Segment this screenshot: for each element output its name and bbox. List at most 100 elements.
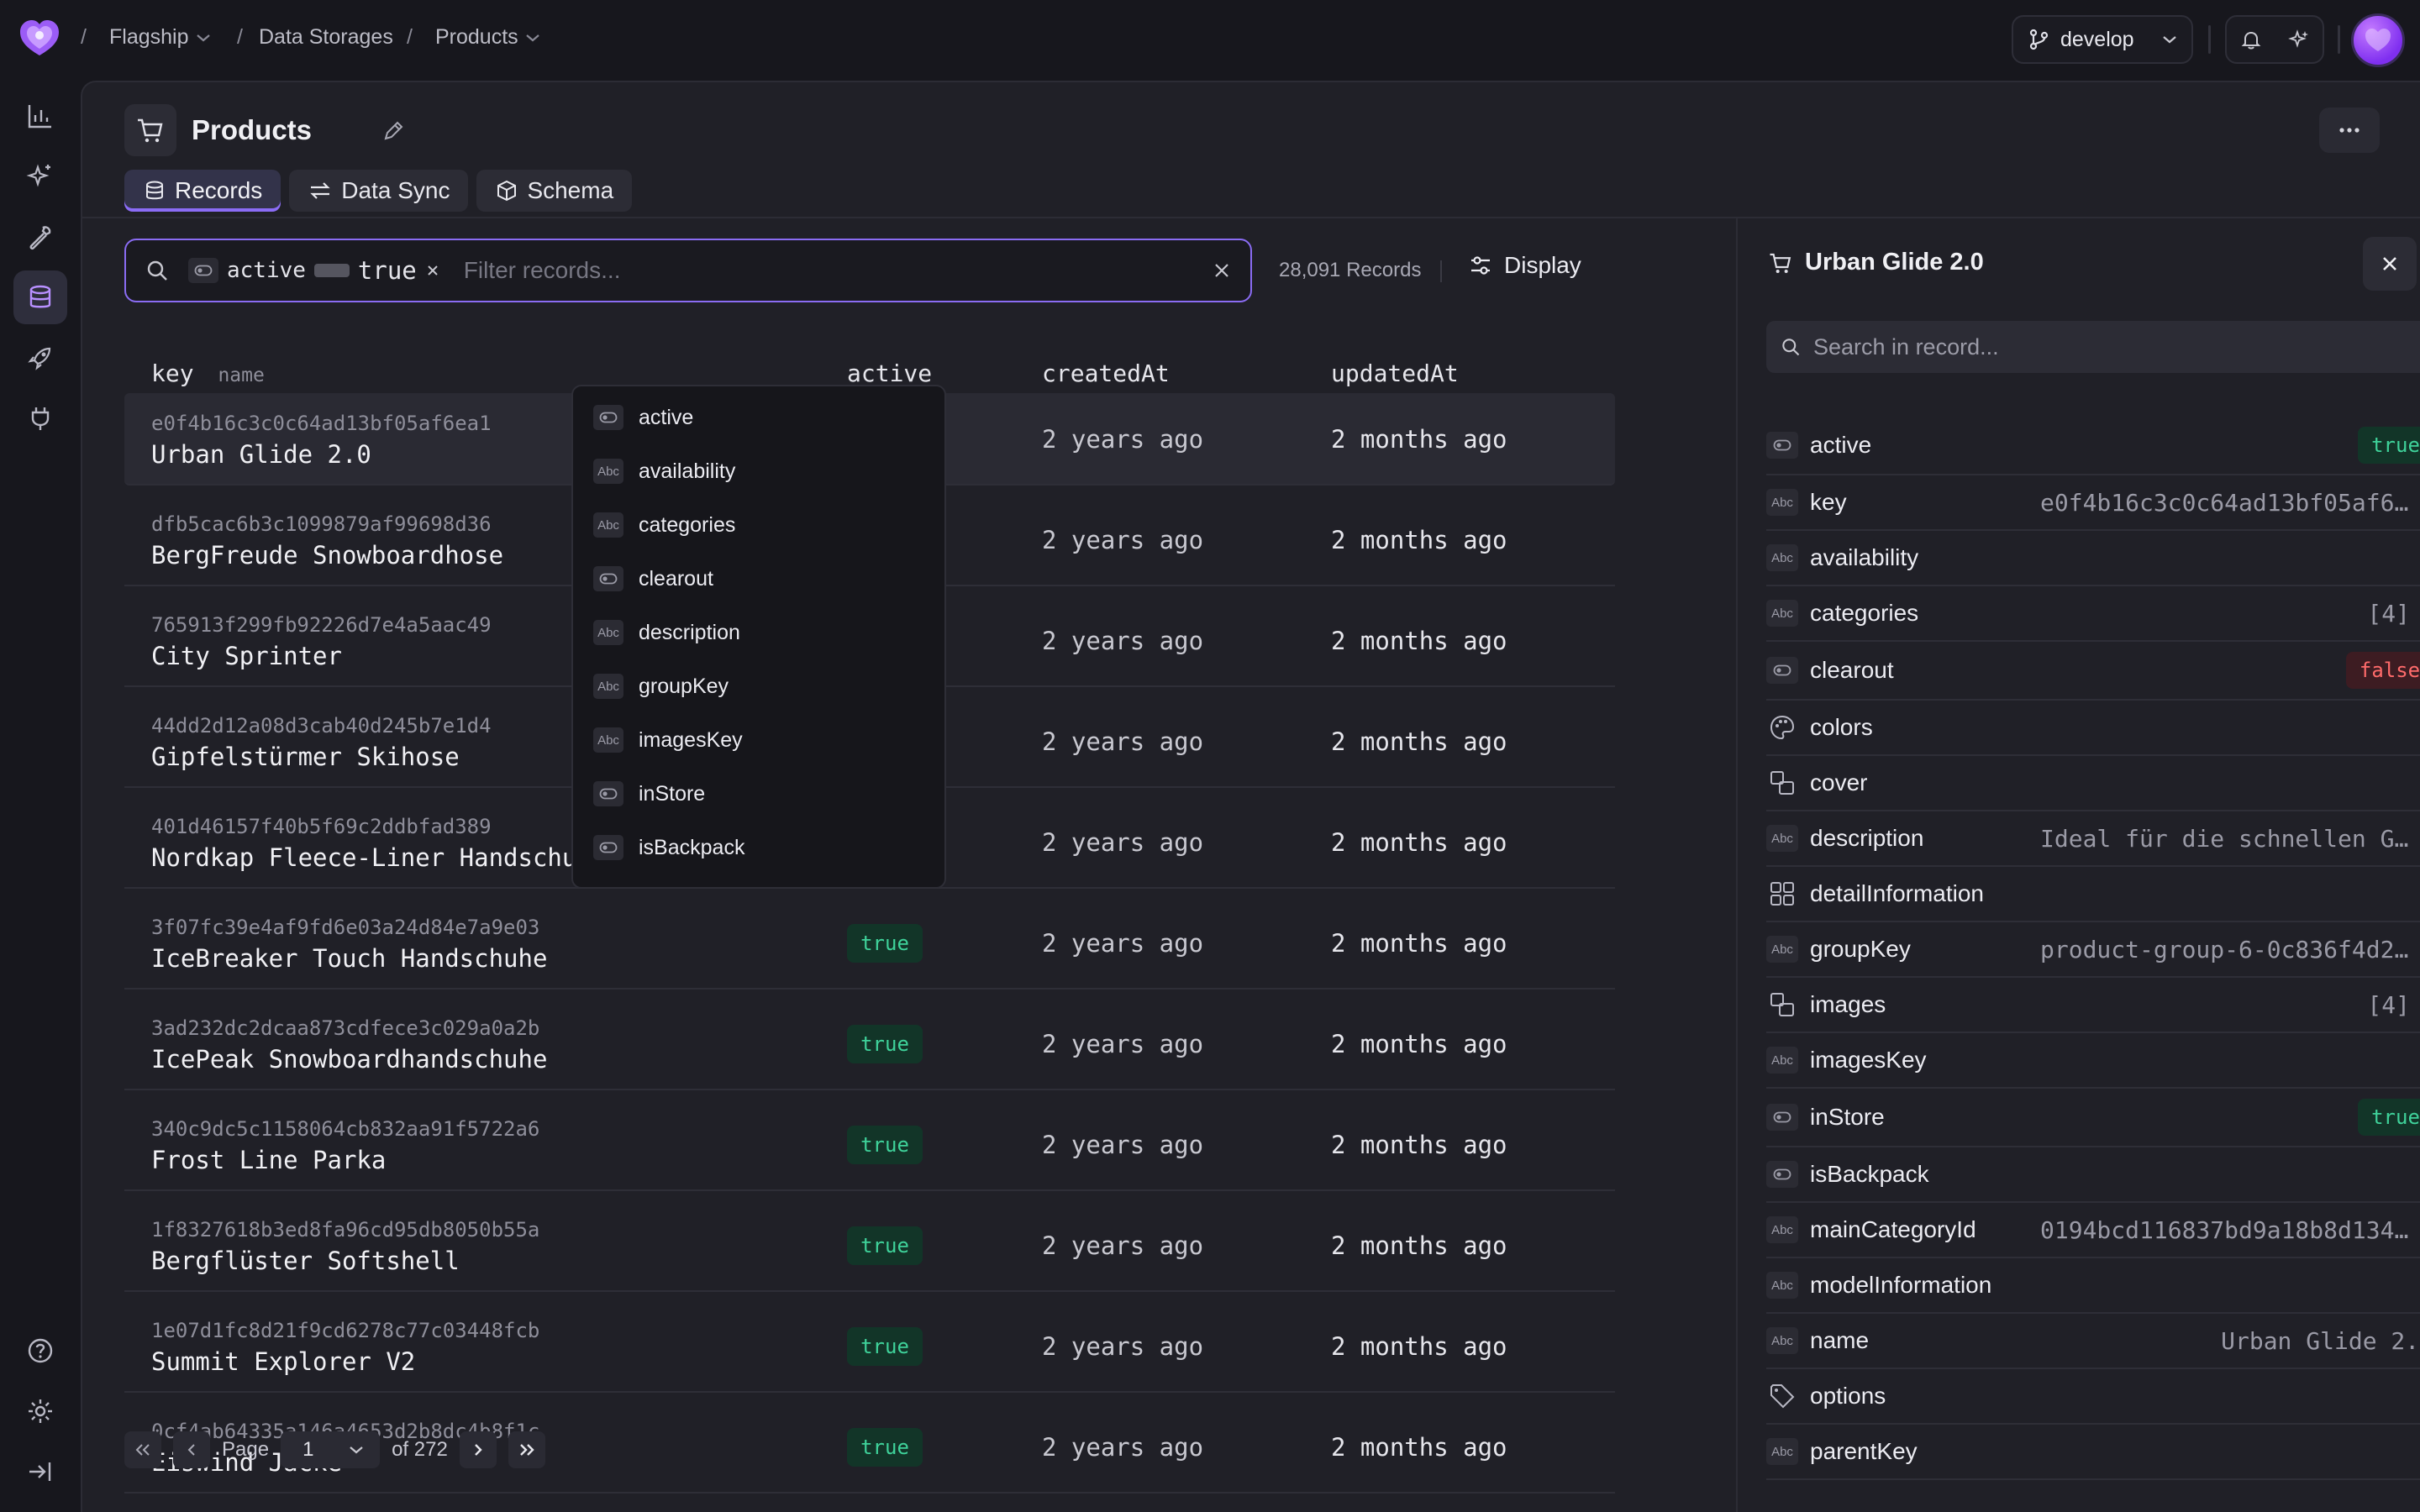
- property-imagesKey[interactable]: AbcimagesKeyØ: [1766, 1033, 2420, 1089]
- property-name: groupKey: [1810, 936, 1911, 962]
- dropdown-item-isBackpack[interactable]: isBackpack: [593, 835, 744, 860]
- table-row[interactable]: 340c9dc5c1158064cb832aa91f5722a6 Frost Li…: [124, 1099, 1615, 1191]
- dropdown-item-availability[interactable]: Abc availability: [593, 459, 735, 484]
- property-categories[interactable]: Abc categories [4]: [1766, 586, 2420, 642]
- page-select[interactable]: 1: [281, 1431, 381, 1468]
- tag-icon: [1766, 1383, 1798, 1410]
- tab-records[interactable]: Records: [124, 170, 281, 212]
- tab-schema[interactable]: Schema: [476, 170, 633, 212]
- record-key: 1f8327618b3ed8fa96cd95db8050b55a: [151, 1218, 540, 1242]
- table-row[interactable]: 1f8327618b3ed8fa96cd95db8050b55a Bergflüs…: [124, 1200, 1615, 1292]
- dropdown-item-groupKey[interactable]: Abc groupKey: [593, 674, 729, 699]
- table-row[interactable]: 1e07d1fc8d21f9cd6278c77c03448fcb Summit E…: [124, 1300, 1615, 1393]
- dropdown-item-label: imagesKey: [639, 727, 743, 752]
- filter-bar[interactable]: active true: [124, 239, 1252, 302]
- property-mainCategoryId[interactable]: Abc mainCategoryId 0194bcd116837bd9a18b8d1…: [1766, 1203, 2420, 1258]
- property-groupKey[interactable]: Abc groupKey product-group-6-0c836f4d2...: [1766, 922, 2420, 978]
- more-options-button[interactable]: [2319, 108, 2380, 153]
- record-search[interactable]: [1766, 321, 2420, 373]
- text-type-icon: Abc: [593, 674, 623, 699]
- property-parentKey[interactable]: AbcparentKeyØ: [1766, 1425, 2420, 1480]
- remove-filter-icon[interactable]: [425, 263, 440, 278]
- breadcrumb-page[interactable]: Products: [435, 25, 542, 50]
- toggle-icon: [1766, 1161, 1798, 1188]
- property-clearout[interactable]: clearout false: [1766, 642, 2420, 701]
- branch-selector[interactable]: develop: [2012, 15, 2193, 64]
- filter-input[interactable]: [463, 257, 1212, 284]
- dropdown-item-inStore[interactable]: inStore: [593, 781, 705, 806]
- column-header-active[interactable]: active: [847, 360, 932, 387]
- cube-icon: [497, 180, 517, 202]
- sparkle-icon[interactable]: [2287, 29, 2310, 50]
- column-header-created[interactable]: createdAt: [1042, 360, 1170, 387]
- dropdown-item-label: isBackpack: [639, 835, 745, 859]
- breadcrumb-project[interactable]: Flagship: [109, 25, 213, 50]
- table-row[interactable]: 3ad232dc2dcaa873cdfece3c029a0a2b IcePeak …: [124, 998, 1615, 1090]
- last-page-button[interactable]: [508, 1431, 545, 1468]
- property-name: cover: [1810, 769, 1868, 795]
- nav-analytics[interactable]: [13, 89, 67, 143]
- record-name: Nordkap Fleece-Liner Handschuhe: [151, 843, 607, 872]
- property-name: parentKey: [1810, 1438, 1918, 1464]
- table-row[interactable]: 3f07fc39e4af9fd6e03a24d84e7a9e03 IceBreak…: [124, 897, 1615, 990]
- dropdown-item-categories[interactable]: Abc categories: [593, 512, 735, 538]
- column-header-updated[interactable]: updatedAt: [1331, 360, 1459, 387]
- property-images[interactable]: images [4]: [1766, 978, 2420, 1033]
- collapse-sidebar-button[interactable]: [13, 1445, 67, 1499]
- nav-tools[interactable]: [13, 210, 67, 264]
- record-key: 765913f299fb92226d7e4a5aac49: [151, 613, 492, 637]
- nav-deploy[interactable]: [13, 331, 67, 385]
- nav-rail: [0, 77, 81, 1512]
- chevron-down-icon: [350, 1446, 363, 1454]
- property-name[interactable]: Abc name Urban Glide 2.0: [1766, 1314, 2420, 1369]
- pagination: Page 1 of 272: [124, 1431, 545, 1468]
- property-description[interactable]: Abc description Ideal für die schnellen G.…: [1766, 811, 2420, 867]
- first-page-button[interactable]: [124, 1431, 161, 1468]
- next-page-button[interactable]: [459, 1431, 497, 1468]
- property-colors[interactable]: colors: [1766, 701, 2420, 756]
- property-modelInformation[interactable]: AbcmodelInformationØ: [1766, 1258, 2420, 1314]
- property-name: key: [1810, 489, 1847, 515]
- updated-at: 2 months ago: [1331, 425, 1507, 454]
- edit-title-button[interactable]: [381, 119, 405, 143]
- filter-chip[interactable]: active true: [188, 256, 440, 285]
- branch-label: develop: [2060, 27, 2134, 51]
- nav-settings[interactable]: [13, 1384, 67, 1438]
- updated-at: 2 months ago: [1331, 1332, 1507, 1361]
- nav-integrations[interactable]: [13, 391, 67, 445]
- property-active[interactable]: active true: [1766, 417, 2420, 475]
- breadcrumb-section[interactable]: Data Storages: [259, 25, 393, 50]
- text-type-icon: Abc: [1766, 936, 1798, 963]
- tab-data-sync[interactable]: Data Sync: [289, 170, 469, 212]
- user-avatar[interactable]: [2351, 13, 2405, 67]
- clear-filter-icon[interactable]: [1212, 260, 1232, 281]
- dropdown-item-active[interactable]: active: [593, 405, 693, 430]
- bell-icon[interactable]: [2240, 29, 2262, 50]
- dropdown-item-clearout[interactable]: clearout: [593, 566, 713, 591]
- updated-at: 2 months ago: [1331, 1433, 1507, 1462]
- toggle-icon: [593, 566, 623, 591]
- property-key[interactable]: Abc key e0f4b16c3c0c64ad13bf05af6...: [1766, 475, 2420, 531]
- gear-icon: [29, 1399, 52, 1423]
- record-search-input[interactable]: [1813, 333, 2420, 360]
- display-options-button[interactable]: Display: [1469, 252, 1581, 279]
- palette-icon: [1766, 714, 1798, 741]
- property-isBackpack[interactable]: isBackpackØ: [1766, 1147, 2420, 1203]
- property-detailInformation[interactable]: detailInformation: [1766, 867, 2420, 922]
- app-logo-icon[interactable]: [17, 15, 62, 60]
- property-inStore[interactable]: inStore true: [1766, 1089, 2420, 1147]
- dropdown-item-imagesKey[interactable]: Abc imagesKey: [593, 727, 743, 753]
- nav-help[interactable]: [13, 1324, 67, 1378]
- filter-chip-value: true: [357, 256, 417, 285]
- nav-ai[interactable]: [13, 150, 67, 203]
- property-availability[interactable]: AbcavailabilityØ: [1766, 531, 2420, 586]
- filter-operator-icon[interactable]: [313, 264, 350, 277]
- column-header-key[interactable]: key name: [151, 360, 265, 387]
- close-panel-button[interactable]: [2363, 237, 2417, 291]
- property-name: inStore: [1810, 1104, 1885, 1130]
- property-options[interactable]: optionsØ: [1766, 1369, 2420, 1425]
- dropdown-item-description[interactable]: Abc description: [593, 620, 740, 645]
- property-cover[interactable]: cover: [1766, 756, 2420, 811]
- nav-data-storages[interactable]: [13, 270, 67, 324]
- prev-page-button[interactable]: [173, 1431, 210, 1468]
